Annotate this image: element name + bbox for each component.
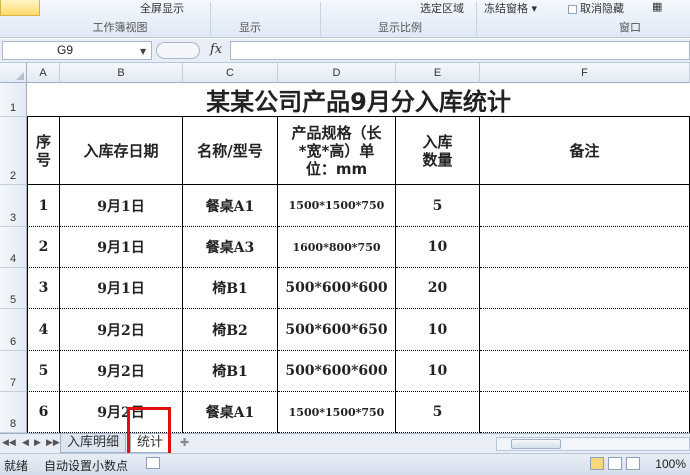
page-layout-view-button[interactable] <box>608 457 622 470</box>
cell-seq[interactable]: 1 <box>27 185 60 227</box>
cell-name[interactable]: 餐桌A1 <box>183 185 278 227</box>
header-seq: 序号 <box>27 117 60 185</box>
next-sheet-icon[interactable]: ▶ <box>34 438 41 448</box>
cell-name[interactable]: 椅B1 <box>183 351 278 392</box>
horizontal-scrollbar[interactable] <box>496 437 690 451</box>
unhide-icon <box>568 4 577 14</box>
status-auto-decimal: 自动设置小数点 <box>44 459 129 473</box>
cell-spec[interactable]: 1500*1500*750 <box>278 185 396 227</box>
ribbon: 全屏显示 选定区域 冻结窗格 ▾ 取消隐藏 ▦ 工作簿视图 显示 显示比例 窗口 <box>0 0 690 38</box>
sheet-tab-inbound-detail[interactable]: 入库明细 <box>60 434 127 453</box>
cell-spec[interactable]: 500*600*650 <box>278 309 396 351</box>
fullscreen-button[interactable]: 全屏显示 <box>140 0 184 18</box>
page-break-preview-button[interactable] <box>626 457 640 470</box>
cell-remark[interactable] <box>480 309 690 351</box>
column-header[interactable]: F <box>480 63 690 83</box>
fx-icon[interactable]: fx <box>210 42 222 57</box>
scrollbar-thumb[interactable] <box>511 439 561 449</box>
cell-seq[interactable]: 4 <box>27 309 60 351</box>
cell-qty[interactable]: 10 <box>396 227 480 268</box>
freeze-panes-button[interactable]: 冻结窗格 ▾ <box>484 0 537 18</box>
highlight-box <box>127 407 171 458</box>
select-all-button[interactable] <box>0 63 27 83</box>
cell-spec[interactable]: 1500*1500*750 <box>278 392 396 433</box>
zoom-to-selection-button[interactable]: 选定区域 <box>420 0 464 18</box>
ribbon-divider <box>476 2 477 36</box>
page-layout-view-button[interactable] <box>0 0 40 16</box>
cell-date[interactable]: 9月1日 <box>60 268 183 309</box>
cell-date[interactable]: 9月2日 <box>60 309 183 351</box>
cell-spec[interactable]: 500*600*600 <box>278 268 396 309</box>
status-ready: 就绪 <box>4 459 29 473</box>
header-remark: 备注 <box>480 117 690 185</box>
row-header[interactable]: 6 <box>0 309 27 351</box>
first-sheet-icon[interactable]: ◀◀ <box>2 438 16 448</box>
cell-name[interactable]: 椅B1 <box>183 268 278 309</box>
row-header[interactable]: 8 <box>0 392 27 433</box>
cell-seq[interactable]: 5 <box>27 351 60 392</box>
cell-seq[interactable]: 2 <box>27 227 60 268</box>
cell-qty[interactable]: 5 <box>396 392 480 433</box>
row-header[interactable]: 4 <box>0 227 27 268</box>
formula-bar-expand-handle[interactable] <box>156 42 200 59</box>
column-header[interactable]: D <box>278 63 396 83</box>
cell-seq[interactable]: 3 <box>27 268 60 309</box>
cell-remark[interactable] <box>480 227 690 268</box>
sheet-tab-bar: ◀◀ ◀ ▶ ▶▶ 入库明细 统计 ✚ <box>0 433 690 453</box>
page-title: 某某公司产品9月分入库统计 <box>27 83 690 117</box>
last-sheet-icon[interactable]: ▶▶ <box>46 438 60 448</box>
cell-spec[interactable]: 500*600*600 <box>278 351 396 392</box>
row-header[interactable]: 2 <box>0 117 27 185</box>
group-window: 窗口 <box>619 21 641 34</box>
ribbon-divider <box>320 2 321 36</box>
cell-spec[interactable]: 1600*800*750 <box>278 227 396 268</box>
normal-view-button[interactable] <box>590 457 604 470</box>
header-spec: 产品规格（长*宽*高）单位：mm <box>278 117 396 185</box>
formula-bar: G9 ▼ fx <box>0 39 690 63</box>
group-show: 显示 <box>239 21 261 34</box>
cell-seq[interactable]: 6 <box>27 392 60 433</box>
zoom-level[interactable]: 100% <box>655 457 686 471</box>
column-header[interactable]: C <box>183 63 278 83</box>
cell-remark[interactable] <box>480 351 690 392</box>
column-header[interactable]: A <box>27 63 60 83</box>
worksheet-grid[interactable]: A B C D E F 1 2 3 4 5 6 7 8 某某公司产品9月分入库统… <box>0 63 690 433</box>
group-workbook-views: 工作簿视图 <box>92 21 148 34</box>
status-bar: 就绪 自动设置小数点 100% <box>0 453 690 475</box>
unhide-button[interactable]: 取消隐藏 <box>568 0 624 18</box>
column-header[interactable]: B <box>60 63 183 83</box>
insert-sheet-icon[interactable]: ✚ <box>180 436 200 451</box>
formula-input[interactable] <box>230 41 690 60</box>
group-zoom: 显示比例 <box>378 21 422 34</box>
macro-record-icon[interactable] <box>146 457 160 469</box>
cell-remark[interactable] <box>480 392 690 433</box>
row-header[interactable]: 5 <box>0 268 27 309</box>
cell-qty[interactable]: 10 <box>396 309 480 351</box>
cell-date[interactable]: 9月2日 <box>60 351 183 392</box>
cell-date[interactable]: 9月1日 <box>60 227 183 268</box>
cell-name[interactable]: 餐桌A1 <box>183 392 278 433</box>
ribbon-divider <box>210 2 211 36</box>
cell-remark[interactable] <box>480 268 690 309</box>
arrange-icon[interactable]: ▦ <box>652 0 662 18</box>
cell-remark[interactable] <box>480 185 690 227</box>
column-header[interactable]: E <box>396 63 480 83</box>
cell-name[interactable]: 餐桌A3 <box>183 227 278 268</box>
cell-name[interactable]: 椅B2 <box>183 309 278 351</box>
row-header[interactable]: 3 <box>0 185 27 227</box>
row-header[interactable]: 1 <box>0 83 27 117</box>
chevron-down-icon[interactable]: ▼ <box>140 47 146 56</box>
prev-sheet-icon[interactable]: ◀ <box>22 438 29 448</box>
name-box[interactable]: G9 <box>2 41 152 60</box>
header-name: 名称/型号 <box>183 117 278 185</box>
cell-qty[interactable]: 10 <box>396 351 480 392</box>
header-qty: 入库数量 <box>396 117 480 185</box>
cell-qty[interactable]: 20 <box>396 268 480 309</box>
row-header[interactable]: 7 <box>0 351 27 392</box>
cell-qty[interactable]: 5 <box>396 185 480 227</box>
header-date: 入库存日期 <box>60 117 183 185</box>
cell-date[interactable]: 9月1日 <box>60 185 183 227</box>
